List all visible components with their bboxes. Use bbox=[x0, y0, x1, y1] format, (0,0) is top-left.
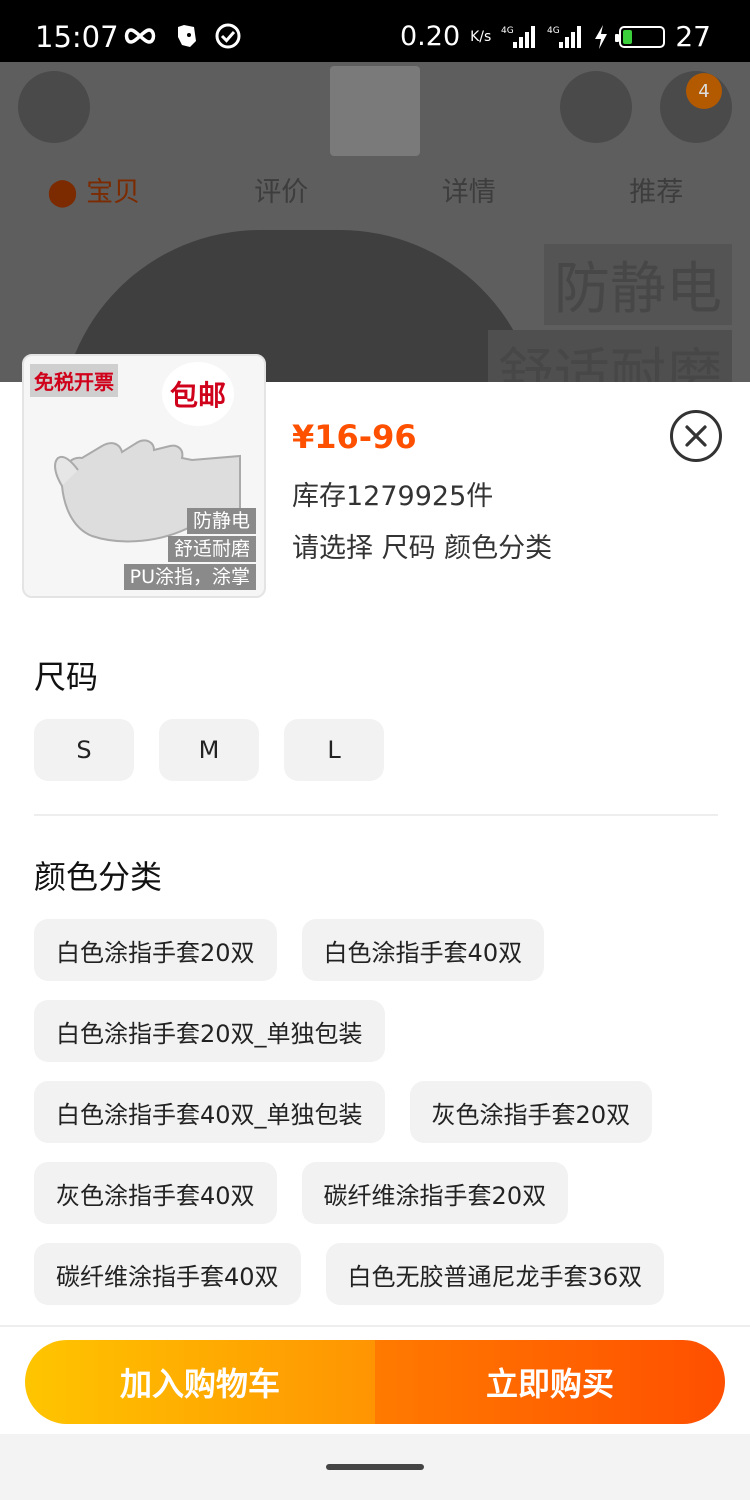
infinity-icon bbox=[124, 28, 156, 44]
color-option[interactable]: 白色无胶普通尼龙手套36双 bbox=[325, 1243, 665, 1305]
battery-level: 27 bbox=[675, 20, 711, 53]
status-right: 0.20 K/s 4G 4G 27 bbox=[400, 20, 711, 53]
battery-icon bbox=[615, 25, 666, 48]
image-label-comfort: 舒适耐磨 bbox=[167, 536, 256, 562]
tab-recommend[interactable]: 推荐 bbox=[563, 170, 750, 209]
status-bar: 15:07 0.20 K/s 4G 4G 27 bbox=[0, 0, 750, 62]
location-icon: ⬤ bbox=[47, 177, 78, 208]
color-option[interactable]: 白色涂指手套20双 bbox=[34, 919, 277, 981]
price: ¥16-96 bbox=[292, 418, 417, 456]
status-time: 15:07 bbox=[35, 20, 119, 54]
color-option[interactable]: 碳纤维涂指手套40双 bbox=[34, 1243, 301, 1305]
section-divider bbox=[34, 814, 718, 816]
color-option[interactable]: 灰色涂指手套20双 bbox=[409, 1081, 653, 1143]
system-nav-bar bbox=[0, 1434, 750, 1500]
net-unit: K/s bbox=[470, 28, 492, 45]
tab-reviews[interactable]: 评价 bbox=[188, 170, 376, 209]
color-section-title: 颜色分类 bbox=[34, 858, 163, 896]
color-option[interactable]: 白色涂指手套20双_单独包装 bbox=[34, 1000, 385, 1062]
background-product-page[interactable]: 4 ⬤ 宝贝 评价 详情 推荐 防静电 舒适耐磨 bbox=[0, 62, 750, 382]
size-option-s[interactable]: S bbox=[34, 719, 134, 781]
size-option-m[interactable]: M bbox=[159, 719, 259, 781]
add-to-cart-button[interactable]: 加入购物车 bbox=[25, 1340, 375, 1424]
banner-text-antistatic: 防静电 bbox=[544, 244, 732, 325]
select-hint: 请选择 尺码 颜色分类 bbox=[292, 533, 553, 564]
image-label-antistatic: 防静电 bbox=[186, 508, 256, 534]
signal-icon: 4G bbox=[501, 25, 536, 48]
size-options: S M L bbox=[34, 719, 384, 781]
svg-text:4G: 4G bbox=[501, 26, 514, 36]
signal-icon-2: 4G bbox=[547, 25, 582, 48]
close-button[interactable] bbox=[670, 410, 722, 462]
check-circle-icon bbox=[215, 23, 241, 49]
color-option[interactable]: 白色涂指手套40双 bbox=[301, 919, 545, 981]
charging-icon bbox=[595, 24, 608, 49]
invoice-tag: 免税开票 bbox=[30, 364, 118, 397]
home-handle[interactable] bbox=[326, 1464, 424, 1470]
net-speed: 0.20 bbox=[400, 21, 461, 52]
size-section-title: 尺码 bbox=[34, 658, 99, 696]
color-option[interactable]: 灰色涂指手套40双 bbox=[34, 1162, 277, 1224]
svg-text:4G: 4G bbox=[547, 26, 560, 36]
cart-badge: 4 bbox=[686, 73, 722, 109]
evernote-icon bbox=[178, 25, 196, 47]
footer-divider bbox=[0, 1325, 750, 1327]
color-option[interactable]: 白色涂指手套40双_单独包装 bbox=[34, 1081, 385, 1143]
color-option[interactable]: 碳纤维涂指手套20双 bbox=[301, 1162, 569, 1224]
tab-details[interactable]: 详情 bbox=[375, 170, 563, 209]
background-thumbnail bbox=[330, 66, 420, 156]
image-label-pu: PU涂指，涂掌 bbox=[123, 564, 256, 590]
banner-text-comfort: 舒适耐磨 bbox=[488, 330, 732, 382]
tab-item[interactable]: ⬤ 宝贝 bbox=[0, 170, 188, 209]
back-button[interactable] bbox=[18, 71, 90, 143]
action-buttons: 加入购物车 立即购买 bbox=[25, 1340, 725, 1424]
close-icon bbox=[685, 425, 707, 447]
stock-count: 库存1279925件 bbox=[292, 481, 494, 512]
background-tabs: ⬤ 宝贝 评价 详情 推荐 bbox=[0, 170, 750, 209]
color-options: 白色涂指手套20双 白色涂指手套40双 白色涂指手套20双_单独包装 白色涂指手… bbox=[34, 919, 724, 1305]
share-button[interactable] bbox=[560, 71, 632, 143]
size-option-l[interactable]: L bbox=[284, 719, 384, 781]
product-image[interactable]: 免税开票 包邮 防静电 舒适耐磨 PU涂指，涂掌 bbox=[22, 354, 266, 598]
status-left-icons bbox=[122, 22, 242, 50]
buy-now-button[interactable]: 立即购买 bbox=[375, 1340, 725, 1424]
